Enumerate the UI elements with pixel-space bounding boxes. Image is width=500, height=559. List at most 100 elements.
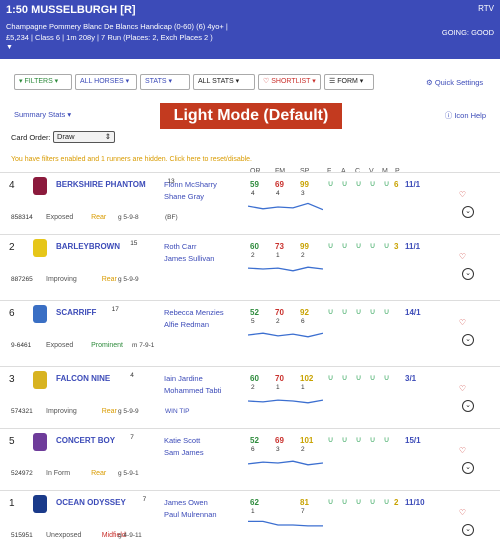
horse-name-link[interactable]: CONCERT BOY — [56, 436, 115, 445]
course-stat-c-icon: ∪ — [355, 307, 362, 316]
shortlist-heart-icon[interactable]: ♡ — [458, 318, 467, 328]
filter-warning[interactable]: You have filters enabled and 1 runners a… — [11, 156, 252, 163]
runner-id: 9-6461 — [11, 342, 32, 349]
place-value: 6 — [394, 180, 399, 189]
odds-value[interactable]: 11/1 — [405, 180, 420, 189]
course-stat-f-icon: ∪ — [327, 307, 334, 316]
course-stat-a-icon: ∪ — [341, 435, 348, 444]
form-status: Exposed — [46, 342, 74, 349]
expand-chevron-icon[interactable]: ⌄ — [462, 462, 474, 474]
jockey-name[interactable]: Katie Scott — [164, 436, 200, 445]
expand-chevron-icon[interactable]: ⌄ — [462, 206, 474, 218]
form-button[interactable]: ☰ FORM ▾ — [324, 74, 374, 90]
form-label: FORM — [337, 78, 358, 85]
course-stat-v-icon: ∪ — [369, 373, 376, 382]
shortlist-heart-icon[interactable]: ♡ — [458, 252, 467, 262]
course-stat-c-icon: ∪ — [355, 497, 362, 506]
trainer-name[interactable]: Mohammed Tabti — [164, 386, 221, 395]
jockey-name[interactable]: Rebecca Menzies — [164, 308, 224, 317]
or-rank: 2 — [251, 384, 255, 391]
jockey-silk-icon — [33, 177, 47, 195]
odds-value[interactable]: 15/1 — [405, 436, 421, 445]
shortlist-heart-icon[interactable]: ♡ — [458, 384, 467, 394]
course-stat-f-icon: ∪ — [327, 497, 334, 506]
fm-rank: 2 — [276, 318, 280, 325]
or-value: 52 — [250, 436, 259, 445]
card-order-select[interactable]: Draw ⇕ — [53, 131, 115, 143]
form-sparkline — [248, 520, 323, 527]
jockey-name[interactable]: James Owen — [164, 498, 208, 507]
jockey-name[interactable]: Iain Jardine — [164, 374, 203, 383]
horse-name-link[interactable]: OCEAN ODYSSEY — [56, 498, 126, 507]
quick-settings-button[interactable]: ⚙ Quick Settings — [426, 78, 483, 87]
shortlist-heart-icon[interactable]: ♡ — [458, 190, 467, 200]
quick-settings-label: Quick Settings — [434, 78, 484, 87]
form-status: Exposed — [46, 214, 74, 221]
shortlist-label: SHORTLIST — [271, 78, 311, 85]
course-stat-v-icon: ∪ — [369, 179, 376, 188]
expand-chevron-icon[interactable]: ⌄ — [462, 524, 474, 536]
course-stat-a-icon: ∪ — [341, 179, 348, 188]
expand-caret-icon[interactable]: ▼ — [6, 44, 13, 51]
form-status: In Form — [46, 470, 71, 477]
runner-id: 515951 — [11, 532, 33, 539]
odds-value[interactable]: 3/1 — [405, 374, 416, 383]
summary-stats-toggle[interactable]: Summary Stats ▾ — [14, 110, 71, 119]
horse-name-link[interactable]: BERKSHIRE PHANTOM — [56, 180, 146, 189]
horse-name-link[interactable]: FALCON NINE — [56, 374, 110, 383]
shortlist-button[interactable]: ♡ SHORTLIST ▾ — [258, 74, 321, 90]
horse-age: 7 — [130, 434, 134, 441]
runner-separator — [0, 490, 500, 491]
fm-rank: 3 — [276, 446, 280, 453]
fm-value: 69 — [275, 436, 284, 445]
course-stat-m-icon: ∪ — [383, 497, 390, 506]
weight-info: g 5-9-1 — [118, 470, 139, 477]
all-horses-button[interactable]: ALL HORSES ▾ — [75, 74, 137, 90]
odds-value[interactable]: 14/1 — [405, 308, 421, 317]
trainer-name[interactable]: James Sullivan — [164, 254, 214, 263]
rtv-label[interactable]: RTV — [478, 4, 494, 13]
trainer-name[interactable]: Paul Mulrennan — [164, 510, 217, 519]
fm-value: 73 — [275, 242, 284, 251]
icon-help-label: Icon Help — [454, 111, 486, 120]
expand-chevron-icon[interactable]: ⌄ — [462, 268, 474, 280]
course-stat-v-icon: ∪ — [369, 307, 376, 316]
trainer-name[interactable]: Shane Gray — [164, 192, 204, 201]
horse-name-link[interactable]: SCARRIFF — [56, 308, 96, 317]
jockey-name[interactable]: Roth Carr — [164, 242, 197, 251]
horse-age: 15 — [130, 240, 138, 247]
or-value: 59 — [250, 180, 259, 189]
filters-button[interactable]: ▾ FILTERS ▾ — [14, 74, 72, 90]
course-stat-f-icon: ∪ — [327, 373, 334, 382]
light-mode-banner: Light Mode (Default) — [160, 103, 342, 129]
all-stats-button[interactable]: ALL STATS ▾ — [193, 74, 255, 90]
form-sparkline — [248, 266, 323, 272]
extra-tag: WIN TIP — [165, 408, 190, 415]
jockey-name[interactable]: Fionn McSharry — [164, 180, 217, 189]
or-rank: 1 — [251, 508, 255, 515]
horse-name-link[interactable]: BARLEYBROWN — [56, 242, 120, 251]
odds-value[interactable]: 11/10 — [405, 498, 425, 507]
course-stat-c-icon: ∪ — [355, 435, 362, 444]
odds-value[interactable]: 11/1 — [405, 242, 420, 251]
run-style: Rear — [101, 408, 117, 415]
course-stat-m-icon: ∪ — [383, 307, 390, 316]
shortlist-heart-icon[interactable]: ♡ — [458, 508, 467, 518]
shortlist-heart-icon[interactable]: ♡ — [458, 446, 467, 456]
info-icon: ⓘ — [444, 111, 453, 120]
stats-button[interactable]: STATS ▾ — [140, 74, 190, 90]
expand-chevron-icon[interactable]: ⌄ — [462, 400, 474, 412]
icon-help-link[interactable]: ⓘ Icon Help — [445, 110, 486, 121]
run-style: Rear — [101, 276, 117, 283]
trainer-name[interactable]: Alfie Redman — [164, 320, 209, 329]
place-value: 2 — [394, 498, 399, 507]
expand-chevron-icon[interactable]: ⌄ — [462, 334, 474, 346]
sparkline-line — [248, 332, 323, 338]
runner-separator — [0, 366, 500, 367]
weight-info: g 5-9-9 — [118, 408, 139, 415]
form-sparkline — [248, 202, 323, 211]
jockey-silk-icon — [33, 433, 47, 451]
runner-separator — [0, 300, 500, 301]
race-name: Champagne Pommery Blanc De Blancs Handic… — [6, 22, 228, 31]
trainer-name[interactable]: Sam James — [164, 448, 204, 457]
